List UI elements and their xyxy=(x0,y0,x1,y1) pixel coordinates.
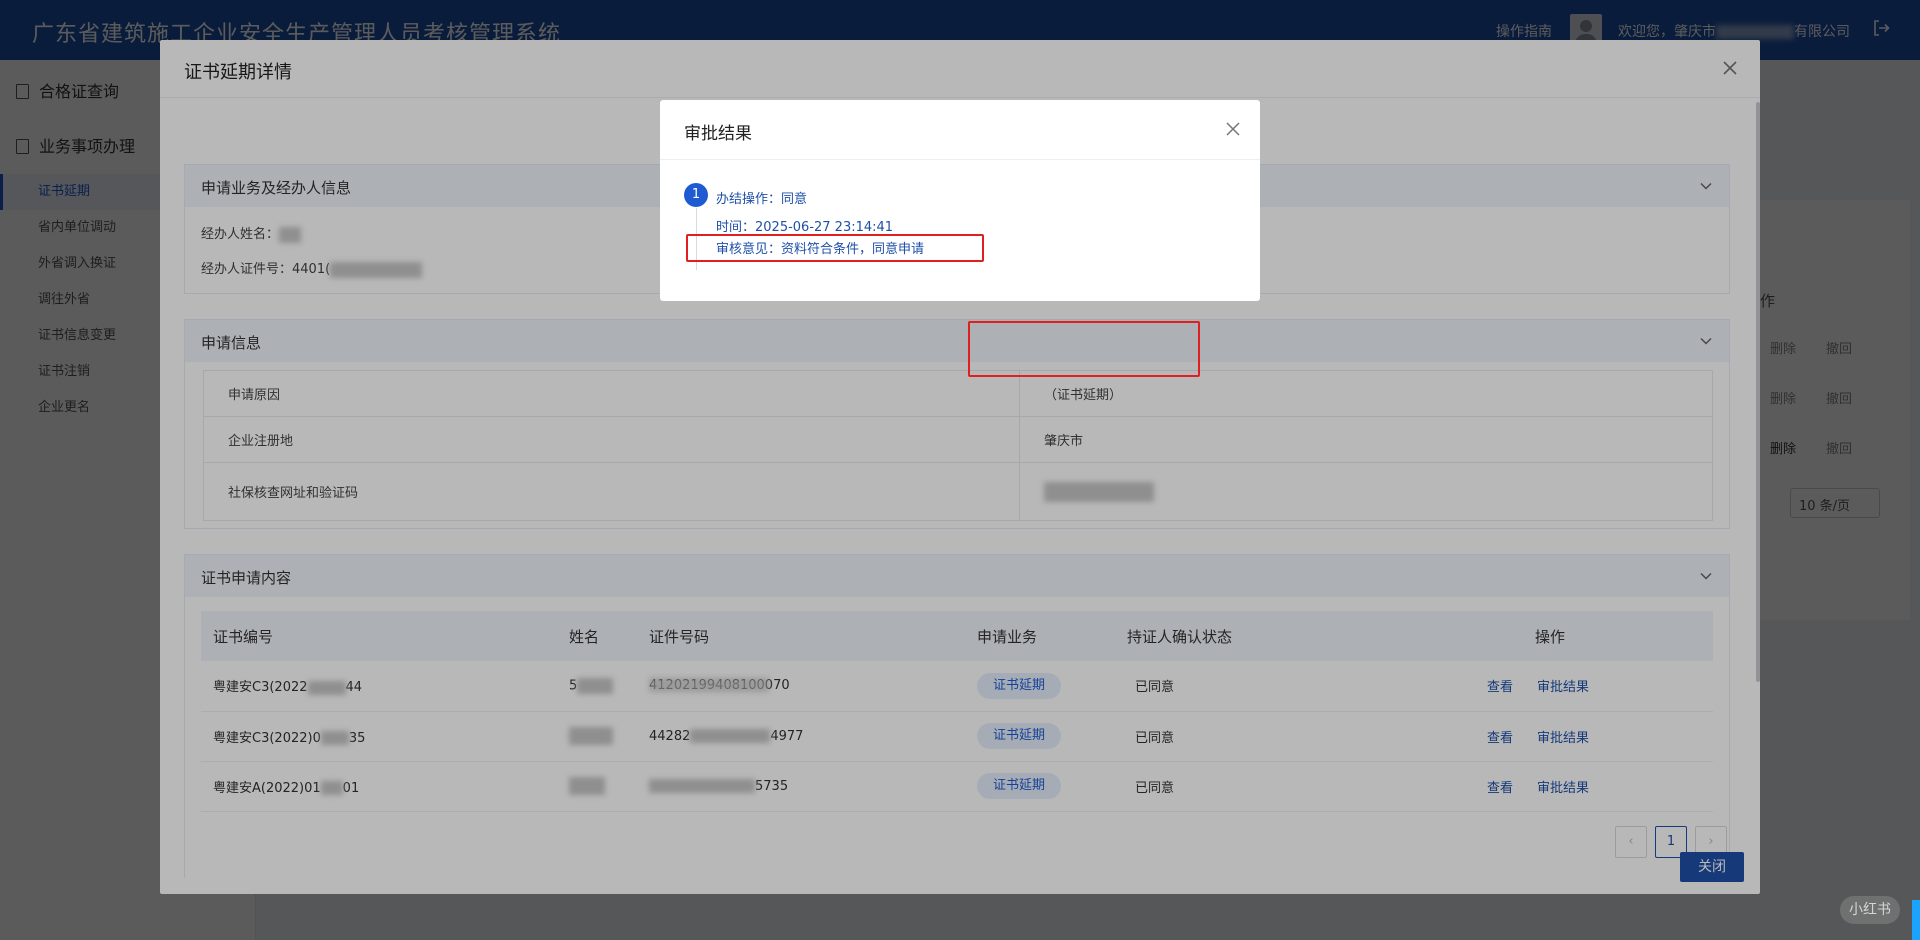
approval-time: 时间：2025-06-27 23:14:41 xyxy=(716,220,894,235)
watermark-logo: 小红书 xyxy=(1840,896,1900,924)
step-number-badge: 1 xyxy=(684,183,708,207)
close-icon[interactable] xyxy=(1224,120,1242,138)
highlight-box-opinion xyxy=(686,234,984,262)
highlight-box-reason xyxy=(968,321,1200,377)
approval-modal-header: 审批结果 xyxy=(660,100,1260,160)
approval-modal-title: 审批结果 xyxy=(684,124,752,144)
approval-action: 办结操作：同意 xyxy=(716,192,808,207)
approval-result-modal: 审批结果 1 办结操作：同意 时间：2025-06-27 23:14:41 审核… xyxy=(660,100,1260,301)
corner-accent xyxy=(1912,900,1920,940)
